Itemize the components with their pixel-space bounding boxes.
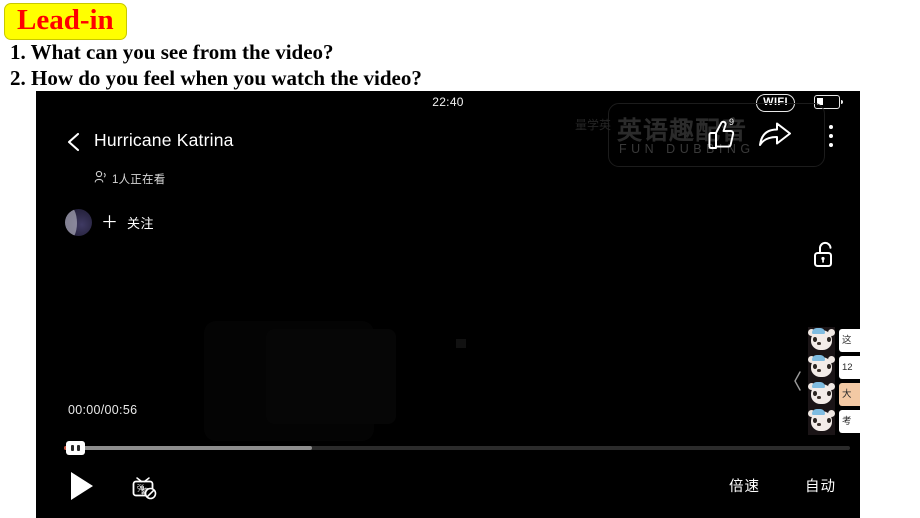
back-chevron-svg (67, 132, 80, 152)
progress-track[interactable] (64, 446, 850, 450)
list-item[interactable]: 考 (808, 408, 860, 435)
time-display: 00:00/00:56 (68, 403, 138, 417)
lead-in-question-1: 1. What can you see from the video? (10, 40, 334, 64)
more-vertical-icon[interactable] (822, 123, 840, 151)
slide-header: Lead-in 1. What can you see from the vid… (0, 0, 920, 92)
more-dot (829, 134, 833, 138)
more-dot (829, 143, 833, 147)
video-frame-highlight (456, 339, 466, 348)
list-item[interactable]: 这 (808, 327, 860, 354)
video-frame-content (204, 321, 374, 441)
progress-bar[interactable] (64, 440, 850, 456)
panda-avatar-icon (808, 381, 835, 408)
side-comment-panel[interactable]: 这 12 大 考 (794, 327, 860, 436)
panda-avatar-icon (808, 327, 835, 354)
unlock-svg (814, 241, 832, 267)
side-comment-text: 大 (839, 383, 860, 406)
scrubber-handle[interactable] (66, 441, 85, 455)
status-bar: 22:40 WIFI (36, 91, 860, 117)
back-chevron-icon[interactable] (64, 131, 84, 153)
video-player[interactable]: 22:40 WIFI Hurricane Katrina 1人正在看 量学英 英… (36, 91, 860, 518)
like-button[interactable]: 9 (707, 117, 741, 153)
side-comment-text: 12 (839, 356, 860, 379)
video-title: Hurricane Katrina (94, 130, 234, 150)
play-button[interactable] (68, 470, 96, 502)
viewer-head-icon (93, 170, 107, 188)
panda-avatar-icon (808, 408, 835, 435)
viewer-count: 1人正在看 (93, 170, 165, 188)
quality-button[interactable]: 自动 (805, 475, 836, 496)
danmaku-off-icon: 弹 幕 (132, 477, 157, 500)
chevron-left-icon[interactable] (792, 369, 804, 393)
battery-icon (814, 95, 843, 109)
scrubber-grip (77, 445, 80, 451)
playback-speed-button[interactable]: 倍速 (729, 475, 760, 496)
progress-buffered (64, 446, 312, 450)
share-button[interactable] (758, 121, 792, 151)
play-icon (71, 472, 93, 500)
follow-button-label[interactable]: 关注 (127, 213, 154, 232)
status-bar-clock: 22:40 (432, 95, 464, 109)
follow-plus-icon: ＋ (101, 213, 118, 232)
chevron-left-svg (794, 371, 801, 391)
like-count: 9 (729, 117, 735, 127)
video-frame-content-secondary (266, 329, 396, 424)
side-comment-text: 考 (839, 410, 860, 433)
viewer-count-label: 1人正在看 (112, 174, 166, 186)
lead-in-badge: Lead-in (4, 3, 127, 40)
scrubber-grip (71, 445, 74, 451)
avatar[interactable] (65, 209, 92, 236)
list-item[interactable]: 大 (808, 381, 860, 408)
danmaku-toggle-button[interactable]: 弹 幕 (128, 472, 158, 502)
viewer-head-svg (94, 170, 106, 183)
player-bottom-bar: 弹 幕 倍速 自动 (36, 456, 860, 518)
side-comment-text: 这 (839, 329, 860, 352)
panda-avatar-icon (808, 354, 835, 381)
share-arrow-icon (759, 122, 791, 146)
wifi-icon: WIFI (756, 94, 795, 112)
unlock-icon[interactable] (810, 239, 840, 271)
more-dot (829, 125, 833, 129)
lead-in-question-2: 2. How do you feel when you watch the vi… (10, 66, 422, 90)
follow-row[interactable]: ＋ 关注 (65, 209, 154, 236)
list-item[interactable]: 12 (808, 354, 860, 381)
